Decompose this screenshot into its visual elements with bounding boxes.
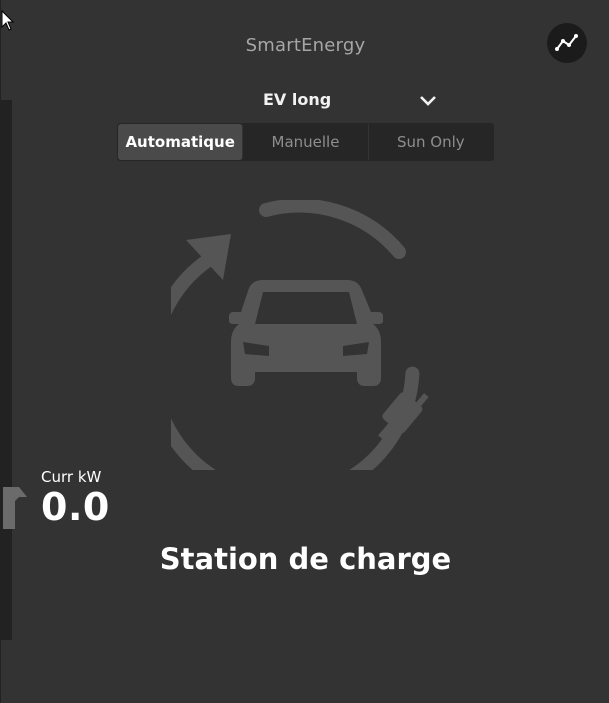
line-chart-icon: [555, 34, 578, 51]
adjacent-panel-flag-icon: [3, 487, 27, 529]
device-dropdown-value: EV long: [263, 90, 332, 109]
app-title: SmartEnergy: [245, 35, 366, 56]
current-power-value: 0.0: [41, 485, 110, 529]
energy-card: SmartEnergy EV long Automatique Manuelle…: [0, 0, 609, 703]
mode-manuelle-button[interactable]: Manuelle: [243, 124, 369, 160]
mode-selector: Automatique Manuelle Sun Only: [117, 123, 494, 161]
device-name: Station de charge: [159, 542, 452, 576]
device-dropdown[interactable]: EV long: [251, 88, 446, 114]
ev-charging-icon: [171, 200, 429, 470]
chevron-down-icon: [420, 96, 436, 106]
mouse-cursor-icon: [1, 10, 15, 31]
mode-automatique-button[interactable]: Automatique: [118, 124, 244, 160]
current-power-label: Curr kW: [41, 468, 102, 486]
mode-sun-only-button[interactable]: Sun Only: [369, 124, 493, 160]
graph-button[interactable]: [547, 23, 587, 63]
